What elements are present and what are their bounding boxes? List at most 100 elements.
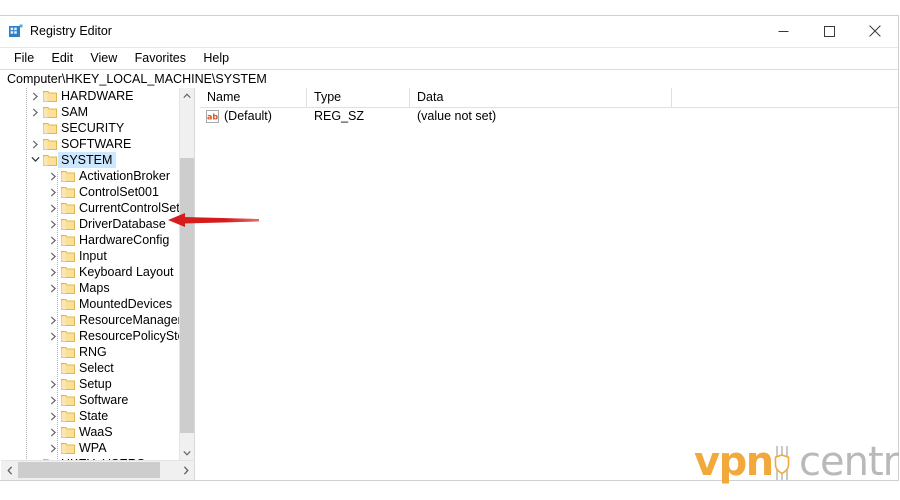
folder-icon [61,170,75,182]
vpncentral-watermark: vpn central [694,440,900,486]
tree-item-label: SOFTWARE [61,137,132,151]
minimize-button[interactable] [760,16,806,46]
chevron-right-icon[interactable] [47,184,60,200]
chevron-right-icon[interactable] [47,280,60,296]
tree-horizontal-scrollbar[interactable] [1,460,194,480]
tree-vertical-scrollbar[interactable] [179,88,194,461]
tree-item-wpa[interactable]: WPA [1,440,180,456]
tree-item-label: ResourceManager [79,313,180,327]
tree-item-security[interactable]: SECURITY [1,120,180,136]
chevron-right-icon[interactable] [47,264,60,280]
scroll-up-icon[interactable] [180,88,194,104]
tree-item-label: State [79,409,109,423]
tree-item-input[interactable]: Input [1,248,180,264]
chevron-right-icon[interactable] [47,200,60,216]
column-header-name[interactable]: Name [200,88,307,107]
folder-icon [61,442,75,454]
tree-item-label: ActivationBroker [79,169,171,183]
tree-item-software[interactable]: SOFTWARE [1,136,180,152]
folder-icon [61,314,75,326]
folder-icon [61,266,75,278]
tree-item-label: CurrentControlSet [79,201,180,215]
chevron-right-icon[interactable] [47,376,60,392]
folder-icon [61,346,75,358]
tree-item-rng[interactable]: RNG [1,344,180,360]
chevron-right-icon[interactable] [47,408,60,424]
chevron-right-icon[interactable] [47,328,60,344]
chevron-right-icon[interactable] [29,136,42,152]
menu-item-edit[interactable]: Edit [45,48,81,69]
scroll-left-icon[interactable] [1,461,18,479]
chevron-down-icon[interactable] [29,152,42,168]
tree-item-maps[interactable]: Maps [1,280,180,296]
folder-icon [61,410,75,422]
tree-item-label: HardwareConfig [79,233,170,247]
values-list[interactable]: ab (Default) REG_SZ (value not set) [200,107,898,480]
watermark-brand-second: central [799,440,900,485]
tree-item-label: Keyboard Layout [79,265,174,279]
tree-item-hardware[interactable]: HARDWARE [1,88,180,104]
tree-item-label: RNG [79,345,107,359]
chevron-right-icon[interactable] [47,312,60,328]
tree-item-system[interactable]: SYSTEM [1,152,180,168]
menu-item-help[interactable]: Help [196,48,236,69]
tree-item-driverdatabase[interactable]: DriverDatabase [1,216,180,232]
column-header-data[interactable]: Data [410,88,672,107]
registry-path: Computer\HKEY_LOCAL_MACHINE\SYSTEM [7,72,267,86]
column-header-type[interactable]: Type [307,88,410,107]
tree-item-sam[interactable]: SAM [1,104,180,120]
tree-item-setup[interactable]: Setup [1,376,180,392]
menu-item-file[interactable]: File [7,48,41,69]
tree-item-waas[interactable]: WaaS [1,424,180,440]
svg-text:ab: ab [207,113,218,122]
address-bar[interactable]: Computer\HKEY_LOCAL_MACHINE\SYSTEM [0,69,898,89]
tree-leaf-connector [47,296,60,312]
chevron-right-icon[interactable] [29,104,42,120]
chevron-right-icon[interactable] [47,440,60,456]
tree-item-keyboard-layout[interactable]: Keyboard Layout [1,264,180,280]
folder-icon [61,282,75,294]
tree-item-label: SAM [61,105,89,119]
tree-item-label: SYSTEM [58,152,117,168]
tree-item-label: SECURITY [61,121,125,135]
tree-vertical-scroll-thumb[interactable] [180,158,194,433]
tree-item-resourcepolicystore[interactable]: ResourcePolicyStore [1,328,180,344]
tree-item-activationbroker[interactable]: ActivationBroker [1,168,180,184]
chevron-right-icon[interactable] [47,424,60,440]
folder-icon [61,378,75,390]
menu-item-favorites[interactable]: Favorites [128,48,193,69]
close-button[interactable] [852,16,898,46]
maximize-button[interactable] [806,16,852,46]
tree-item-mounteddevices[interactable]: MountedDevices [1,296,180,312]
chevron-right-icon[interactable] [47,216,60,232]
tree-item-select[interactable]: Select [1,360,180,376]
folder-icon [61,298,75,310]
table-row[interactable]: ab (Default) REG_SZ (value not set) [200,107,898,125]
chevron-right-icon[interactable] [47,248,60,264]
tree-item-currentcontrolset[interactable]: CurrentControlSet [1,200,180,216]
tree-item-software[interactable]: Software [1,392,180,408]
folder-icon [61,394,75,406]
chevron-right-icon[interactable] [47,232,60,248]
menu-bar: File Edit View Favorites Help [0,48,898,69]
menu-item-view[interactable]: View [83,48,124,69]
title-bar: Registry Editor [0,16,898,48]
tree-horizontal-scroll-thumb[interactable] [18,462,160,478]
chevron-right-icon[interactable] [47,392,60,408]
folder-icon [43,90,57,102]
chevron-right-icon[interactable] [47,168,60,184]
tree-item-label: Select [79,361,114,375]
tree-item-controlset001[interactable]: ControlSet001 [1,184,180,200]
registry-tree[interactable]: HARDWARE SAM SECURITY SOFTWARE SYSTEM Activat… [1,88,180,461]
string-value-icon: ab [206,110,219,123]
tree-item-label: WaaS [79,425,113,439]
values-column-header: Name Type Data [200,88,898,108]
scroll-right-icon[interactable] [177,461,194,479]
tree-item-label: Maps [79,281,110,295]
tree-item-resourcemanager[interactable]: ResourceManager [1,312,180,328]
tree-item-hardwareconfig[interactable]: HardwareConfig [1,232,180,248]
scroll-down-icon[interactable] [180,445,194,461]
shield-icon [774,444,796,485]
chevron-right-icon[interactable] [29,88,42,104]
tree-item-state[interactable]: State [1,408,180,424]
